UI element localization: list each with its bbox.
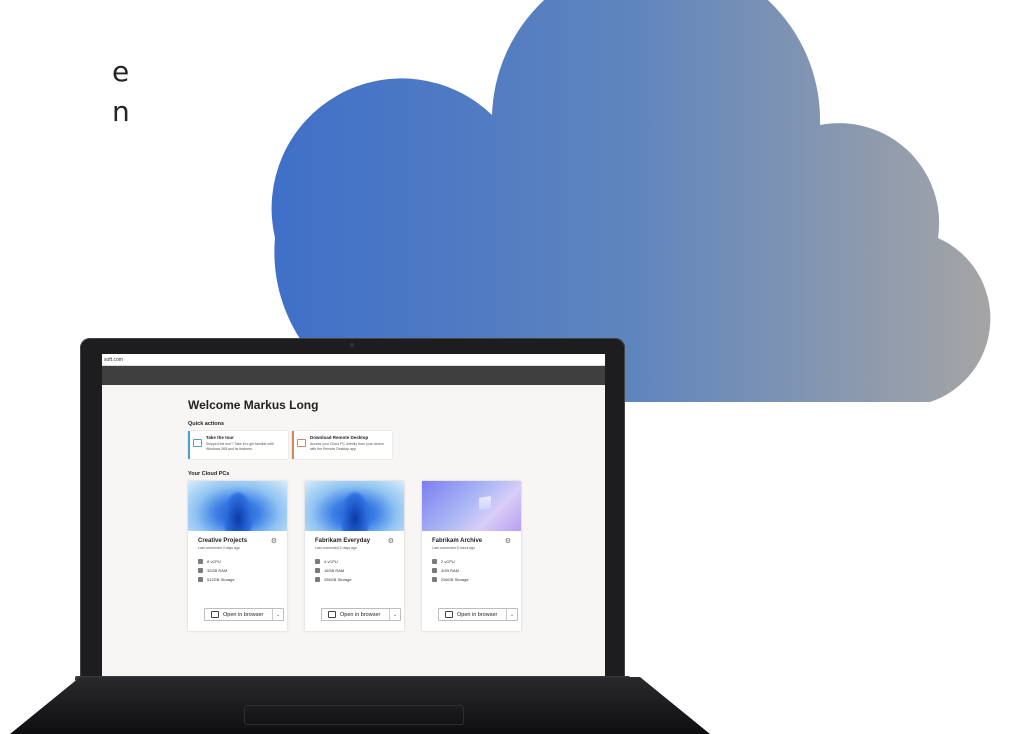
laptop-mockup: soft.com Welcome Markus Long Quick actio… bbox=[0, 332, 720, 734]
spec-cpu: 4 vCPU bbox=[315, 557, 352, 566]
cpu-icon bbox=[315, 559, 320, 564]
spec-cpu: 8 vCPU bbox=[198, 557, 235, 566]
chat-icon bbox=[193, 439, 202, 447]
spec-cpu: 2 vCPU bbox=[432, 557, 469, 566]
cloud-pc-card-fabrikam-everyday[interactable]: Fabrikam Everyday Last connected 2 days … bbox=[305, 481, 404, 631]
laptop-screen: soft.com Welcome Markus Long Quick actio… bbox=[102, 354, 605, 680]
gear-icon[interactable]: ⚙ bbox=[388, 537, 394, 545]
spec-storage: 256GB Storage bbox=[315, 575, 352, 584]
cloud-pc-name: Fabrikam Everyday bbox=[315, 538, 371, 544]
quick-action-title: Take the tour bbox=[206, 435, 234, 440]
quick-action-description: Skipped the tour? Take it to get familia… bbox=[206, 442, 274, 451]
cloud-pc-card-fabrikam-archive[interactable]: Fabrikam Archive Last connected 6 hours … bbox=[422, 481, 521, 631]
cloud-pc-name: Creative Projects bbox=[198, 538, 248, 544]
cloud-pc-specs: 8 vCPU 32GB RAM 512GB Storage bbox=[198, 557, 235, 584]
headline-line-2: n bbox=[112, 95, 130, 128]
cloud-pc-specs: 2 vCPU 4GB RAM 256GB Storage bbox=[432, 557, 469, 584]
open-in-browser-label[interactable]: Open in browser bbox=[439, 609, 506, 620]
open-in-browser-button[interactable]: Open in browser ⌄ bbox=[204, 608, 284, 621]
open-in-browser-label[interactable]: Open in browser bbox=[322, 609, 389, 620]
ram-icon bbox=[315, 568, 320, 573]
gear-icon[interactable]: ⚙ bbox=[271, 537, 277, 545]
quick-actions-title: Quick actions bbox=[188, 421, 225, 427]
cloud-pc-specs: 4 vCPU 16GB RAM 256GB Storage bbox=[315, 557, 352, 584]
chevron-down-icon[interactable]: ⌄ bbox=[272, 609, 283, 620]
chevron-down-icon[interactable]: ⌄ bbox=[389, 609, 400, 620]
cpu-icon bbox=[432, 559, 437, 564]
cloud-pc-cards: Creative Projects Last connected 4 days … bbox=[188, 481, 588, 631]
cloud-pc-last-connected: Last connected 6 hours ago bbox=[432, 546, 476, 550]
monitor-icon bbox=[297, 439, 306, 447]
open-in-browser-button[interactable]: Open in browser ⌄ bbox=[321, 608, 401, 621]
storage-icon bbox=[315, 577, 320, 582]
page-title: Welcome Markus Long bbox=[188, 398, 319, 412]
quick-actions-row: Take the tour Skipped the tour? Take it … bbox=[188, 431, 588, 459]
ram-icon bbox=[432, 568, 437, 573]
spec-storage-value: 256GB Storage bbox=[324, 577, 352, 582]
spec-ram: 16GB RAM bbox=[315, 566, 352, 575]
spec-storage: 256GB Storage bbox=[432, 575, 469, 584]
spec-ram-value: 16GB RAM bbox=[324, 568, 345, 573]
cloud-pcs-title: Your Cloud PCs bbox=[188, 471, 230, 477]
headline-line-1: e bbox=[112, 55, 130, 88]
address-bar[interactable]: soft.com bbox=[102, 354, 605, 366]
spec-ram-value: 4GB RAM bbox=[441, 568, 460, 573]
cloud-pc-last-connected: Last connected 2 days ago bbox=[315, 546, 357, 550]
spec-storage-value: 256GB Storage bbox=[441, 577, 469, 582]
spec-cpu-value: 4 vCPU bbox=[324, 559, 338, 564]
spec-ram: 32GB RAM bbox=[198, 566, 235, 575]
spec-storage-value: 512GB Storage bbox=[207, 577, 235, 582]
spec-ram-value: 32GB RAM bbox=[207, 568, 228, 573]
storage-icon bbox=[198, 577, 203, 582]
app-header-bar bbox=[102, 366, 605, 385]
spec-ram: 4GB RAM bbox=[432, 566, 469, 575]
open-in-browser-button[interactable]: Open in browser ⌄ bbox=[438, 608, 518, 621]
laptop-lid: soft.com Welcome Markus Long Quick actio… bbox=[80, 338, 625, 680]
cloud-pc-thumbnail bbox=[305, 481, 404, 531]
cloud-pc-thumbnail bbox=[188, 481, 287, 531]
storage-icon bbox=[432, 577, 437, 582]
cloud-pc-last-connected: Last connected 4 days ago bbox=[198, 546, 240, 550]
spec-cpu-value: 8 vCPU bbox=[207, 559, 221, 564]
chevron-down-icon[interactable]: ⌄ bbox=[506, 609, 517, 620]
quick-action-description: Access your Cloud PC directly from your … bbox=[310, 442, 384, 451]
cpu-icon bbox=[198, 559, 203, 564]
trackpad bbox=[244, 705, 464, 725]
spec-storage: 512GB Storage bbox=[198, 575, 235, 584]
main-content: Welcome Markus Long Quick actions Take t… bbox=[188, 398, 588, 631]
quick-action-title: Download Remote Desktop bbox=[310, 435, 369, 440]
partial-headline: e n bbox=[112, 52, 152, 132]
quick-action-download-remote-desktop[interactable]: Download Remote Desktop Access your Clou… bbox=[292, 431, 392, 459]
cloud-pc-thumbnail bbox=[422, 481, 521, 531]
spec-cpu-value: 2 vCPU bbox=[441, 559, 455, 564]
camera bbox=[350, 343, 354, 347]
cloud-pc-name: Fabrikam Archive bbox=[432, 538, 483, 544]
gear-icon[interactable]: ⚙ bbox=[505, 537, 511, 545]
quick-action-take-tour[interactable]: Take the tour Skipped the tour? Take it … bbox=[188, 431, 288, 459]
open-in-browser-label[interactable]: Open in browser bbox=[205, 609, 272, 620]
cloud-pc-card-creative-projects[interactable]: Creative Projects Last connected 4 days … bbox=[188, 481, 287, 631]
ram-icon bbox=[198, 568, 203, 573]
